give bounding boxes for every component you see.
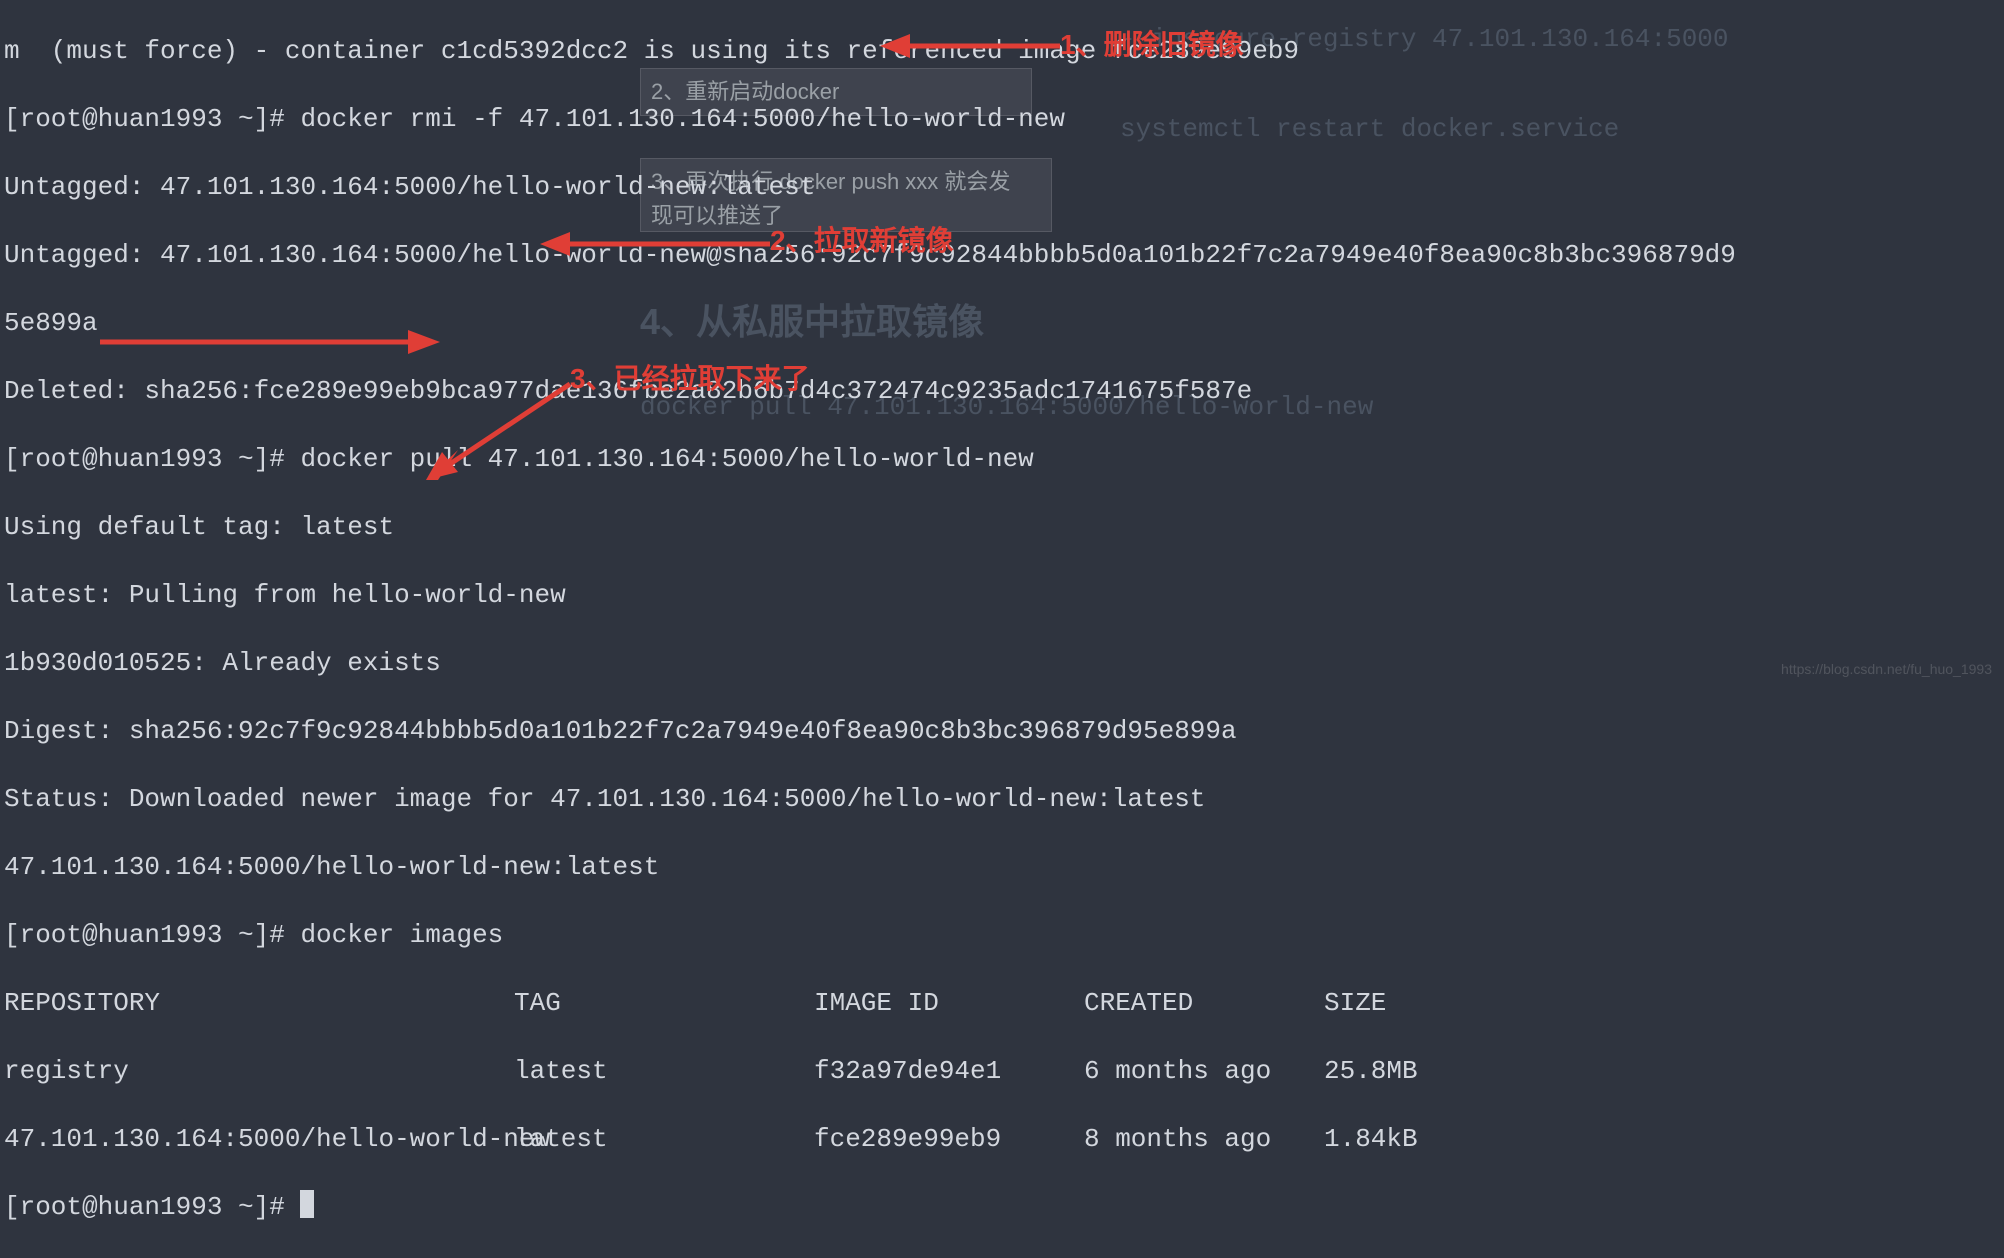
cell-size: 25.8MB xyxy=(1324,1054,2000,1088)
term-pull-out2: latest: Pulling from hello-world-new xyxy=(4,578,2000,612)
terminal-cursor[interactable] xyxy=(300,1190,314,1218)
term-line-images: [root@huan1993 ~]# docker images xyxy=(4,918,2000,952)
term-line-rmi: [root@huan1993 ~]# docker rmi -f 47.101.… xyxy=(4,102,2000,136)
term-pull-out6: 47.101.130.164:5000/hello-world-new:late… xyxy=(4,850,2000,884)
term-pull-out4: Digest: sha256:92c7f9c92844bbbb5d0a101b2… xyxy=(4,714,2000,748)
term-line-prev: m (must force) - container c1cd5392dcc2 … xyxy=(4,34,2000,68)
shell-prompt: [root@huan1993 ~]# xyxy=(4,104,300,134)
term-rmi-out4: Deleted: sha256:fce289e99eb9bca977dae136… xyxy=(4,374,2000,408)
shell-prompt: [root@huan1993 ~]# xyxy=(4,1192,300,1222)
term-line-pull: [root@huan1993 ~]# docker pull 47.101.13… xyxy=(4,442,2000,476)
term-pull-out1: Using default tag: latest xyxy=(4,510,2000,544)
cell-tag: latest xyxy=(514,1122,814,1156)
table-row: 47.101.130.164:5000/hello-world-new late… xyxy=(4,1122,2000,1156)
hdr-image-id: IMAGE ID xyxy=(814,986,1084,1020)
cell-id: f32a97de94e1 xyxy=(814,1054,1084,1088)
term-rmi-out3: 5e899a xyxy=(4,306,2000,340)
hdr-tag: TAG xyxy=(514,986,814,1020)
cell-tag: latest xyxy=(514,1054,814,1088)
term-rmi-out1: Untagged: 47.101.130.164:5000/hello-worl… xyxy=(4,170,2000,204)
images-header-row: REPOSITORY TAG IMAGE ID CREATED SIZE xyxy=(4,986,2000,1020)
shell-prompt: [root@huan1993 ~]# xyxy=(4,920,300,950)
hdr-created: CREATED xyxy=(1084,986,1324,1020)
watermark: https://blog.csdn.net/fu_huo_1993 xyxy=(1781,652,1992,686)
cell-repo: registry xyxy=(4,1054,514,1088)
hdr-size: SIZE xyxy=(1324,986,2000,1020)
cmd-docker-images: docker images xyxy=(300,920,503,950)
cell-id: fce289e99eb9 xyxy=(814,1122,1084,1156)
term-rmi-out2: Untagged: 47.101.130.164:5000/hello-worl… xyxy=(4,238,2000,272)
terminal-output: m (must force) - container c1cd5392dcc2 … xyxy=(0,0,2004,1258)
hdr-repository: REPOSITORY xyxy=(4,986,514,1020)
table-row: registry latest f32a97de94e1 6 months ag… xyxy=(4,1054,2000,1088)
cmd-docker-pull: docker pull 47.101.130.164:5000/hello-wo… xyxy=(300,444,1033,474)
cell-created: 6 months ago xyxy=(1084,1054,1324,1088)
cell-created: 8 months ago xyxy=(1084,1122,1324,1156)
cell-size: 1.84kB xyxy=(1324,1122,2000,1156)
shell-prompt: [root@huan1993 ~]# xyxy=(4,444,300,474)
cmd-docker-rmi: docker rmi -f 47.101.130.164:5000/hello-… xyxy=(300,104,1065,134)
cell-repo: 47.101.130.164:5000/hello-world-new xyxy=(4,1122,514,1156)
term-pull-out3: 1b930d010525: Already exists xyxy=(4,646,2000,680)
term-pull-out5: Status: Downloaded newer image for 47.10… xyxy=(4,782,2000,816)
term-line-idle: [root@huan1993 ~]# xyxy=(4,1190,2000,1224)
